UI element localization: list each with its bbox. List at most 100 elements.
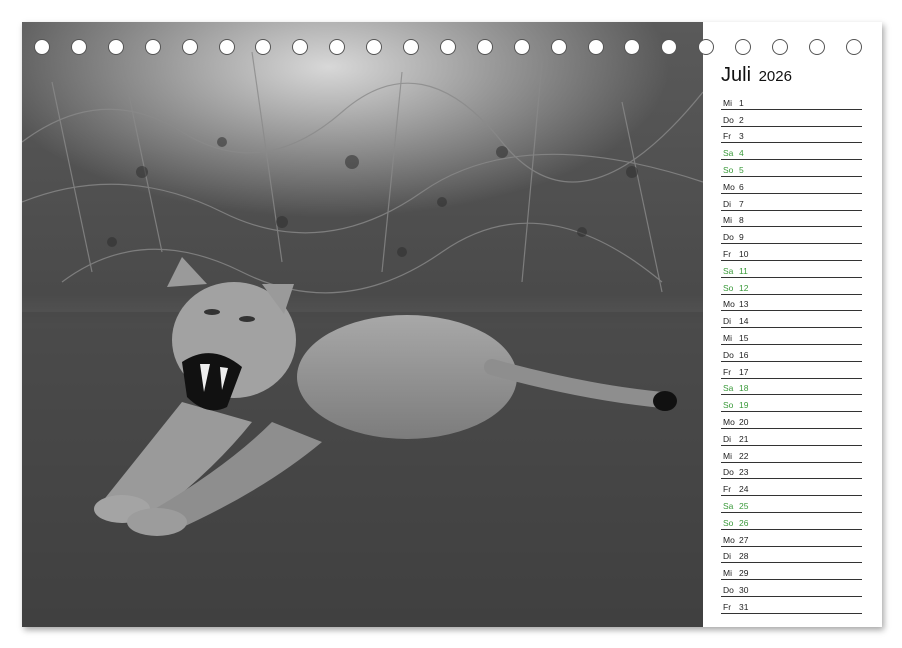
day-number: 4 <box>739 148 744 159</box>
day-row: Mo 13 <box>721 295 862 312</box>
day-row: Sa 11 <box>721 261 862 278</box>
weekday-label: Do <box>723 114 734 125</box>
weekday-label: Mo <box>723 181 735 192</box>
weekday-label: Di <box>723 198 732 209</box>
binding-ring <box>255 39 272 55</box>
weekday-label: Mo <box>723 416 735 427</box>
day-number: 12 <box>739 282 749 293</box>
weekday-label: So <box>723 282 734 293</box>
day-number: 27 <box>739 534 749 545</box>
weekday-label: Sa <box>723 265 734 276</box>
weekday-label: Mi <box>723 450 732 461</box>
day-row: Di 14 <box>721 311 862 329</box>
day-row: Sa 25 <box>721 496 862 513</box>
weekday-label: Di <box>723 551 732 562</box>
day-row: Fr 10 <box>721 244 862 261</box>
day-row: Fr 3 <box>721 127 862 144</box>
binding-ring <box>70 39 87 55</box>
month-name: Juli <box>721 64 752 86</box>
day-row: Sa 18 <box>721 379 862 396</box>
binding-ring <box>513 39 530 55</box>
month-heading: Juli 2026 <box>721 64 792 87</box>
weekday-label: Fr <box>723 248 732 259</box>
day-number: 2 <box>739 114 744 125</box>
day-row: Mi 22 <box>721 446 862 463</box>
weekday-label: Fr <box>723 131 732 142</box>
day-number: 26 <box>739 517 749 528</box>
binding-ring <box>366 39 383 55</box>
binding-ring <box>107 39 124 55</box>
day-number: 8 <box>739 215 744 226</box>
day-number: 13 <box>739 299 749 310</box>
day-row: Fr 24 <box>721 479 862 497</box>
day-row: Mi 15 <box>721 328 862 345</box>
day-number: 28 <box>739 551 749 562</box>
day-row: Mi 1 <box>721 93 862 110</box>
day-number: 22 <box>739 450 749 461</box>
day-number: 16 <box>739 349 749 360</box>
binding-ring <box>439 39 456 55</box>
day-number: 25 <box>739 500 749 511</box>
binding-ring <box>772 39 788 55</box>
day-number: 9 <box>739 232 744 243</box>
day-row: Sa 4 <box>721 143 862 161</box>
day-number: 14 <box>739 316 749 327</box>
day-row: Do 30 <box>721 580 862 597</box>
year-label: 2026 <box>758 68 792 85</box>
day-number: 29 <box>739 568 749 579</box>
binding-ring <box>661 39 678 55</box>
photo-drawing <box>22 22 703 627</box>
day-row: So 12 <box>721 278 862 295</box>
day-row: Do 9 <box>721 227 862 245</box>
weekday-label: Sa <box>723 500 734 511</box>
weekday-label: Fr <box>723 366 732 377</box>
weekday-label: Di <box>723 316 732 327</box>
day-row: So 5 <box>721 160 862 177</box>
day-row: Do 2 <box>721 110 862 127</box>
binding-ring <box>476 39 493 55</box>
spiral-binding <box>34 39 874 59</box>
calendar-page: Juli 2026 Mi 1 Do 2 Fr 3 Sa 4 So 5 Mo 6 Di 7 Mi 8 Do 9 Fr 1… <box>22 22 882 627</box>
day-row: Fr 17 <box>721 362 862 379</box>
day-row: Di 28 <box>721 547 862 564</box>
weekday-label: Do <box>723 584 734 595</box>
weekday-label: Mi <box>723 97 732 108</box>
binding-ring <box>403 39 419 55</box>
binding-ring <box>34 39 50 55</box>
weekday-label: Sa <box>723 148 734 159</box>
day-row: Do 16 <box>721 345 862 362</box>
day-number: 7 <box>739 198 744 209</box>
day-number: 5 <box>739 164 744 175</box>
day-number: 17 <box>739 366 749 377</box>
day-number: 19 <box>739 400 749 411</box>
weekday-label: Mi <box>723 332 732 343</box>
day-number: 18 <box>739 383 749 394</box>
weekday-label: Mi <box>723 568 732 579</box>
weekday-label: Do <box>723 349 734 360</box>
binding-ring <box>329 39 346 55</box>
day-row: So 19 <box>721 395 862 413</box>
binding-ring <box>181 39 198 55</box>
binding-ring <box>698 39 715 55</box>
weekday-label: Do <box>723 467 734 478</box>
day-row: Mo 27 <box>721 530 862 547</box>
day-number: 30 <box>739 584 749 595</box>
weekday-label: Do <box>723 232 734 243</box>
day-row: Fr 31 <box>721 597 862 614</box>
day-number: 11 <box>739 265 748 276</box>
weekday-label: Di <box>723 433 732 444</box>
day-number: 31 <box>739 601 749 612</box>
day-number: 3 <box>739 131 744 142</box>
weekday-label: Mo <box>723 534 735 545</box>
day-row: Mi 8 <box>721 211 862 228</box>
binding-ring <box>144 39 161 55</box>
weekday-label: Sa <box>723 383 734 394</box>
day-row: Mo 6 <box>721 177 862 194</box>
day-number: 21 <box>739 433 749 444</box>
day-row: So 26 <box>721 513 862 530</box>
weekday-label: Fr <box>723 601 732 612</box>
lioness-photo <box>22 22 703 627</box>
binding-ring <box>845 39 862 55</box>
binding-ring <box>292 39 309 55</box>
weekday-label: So <box>723 517 734 528</box>
